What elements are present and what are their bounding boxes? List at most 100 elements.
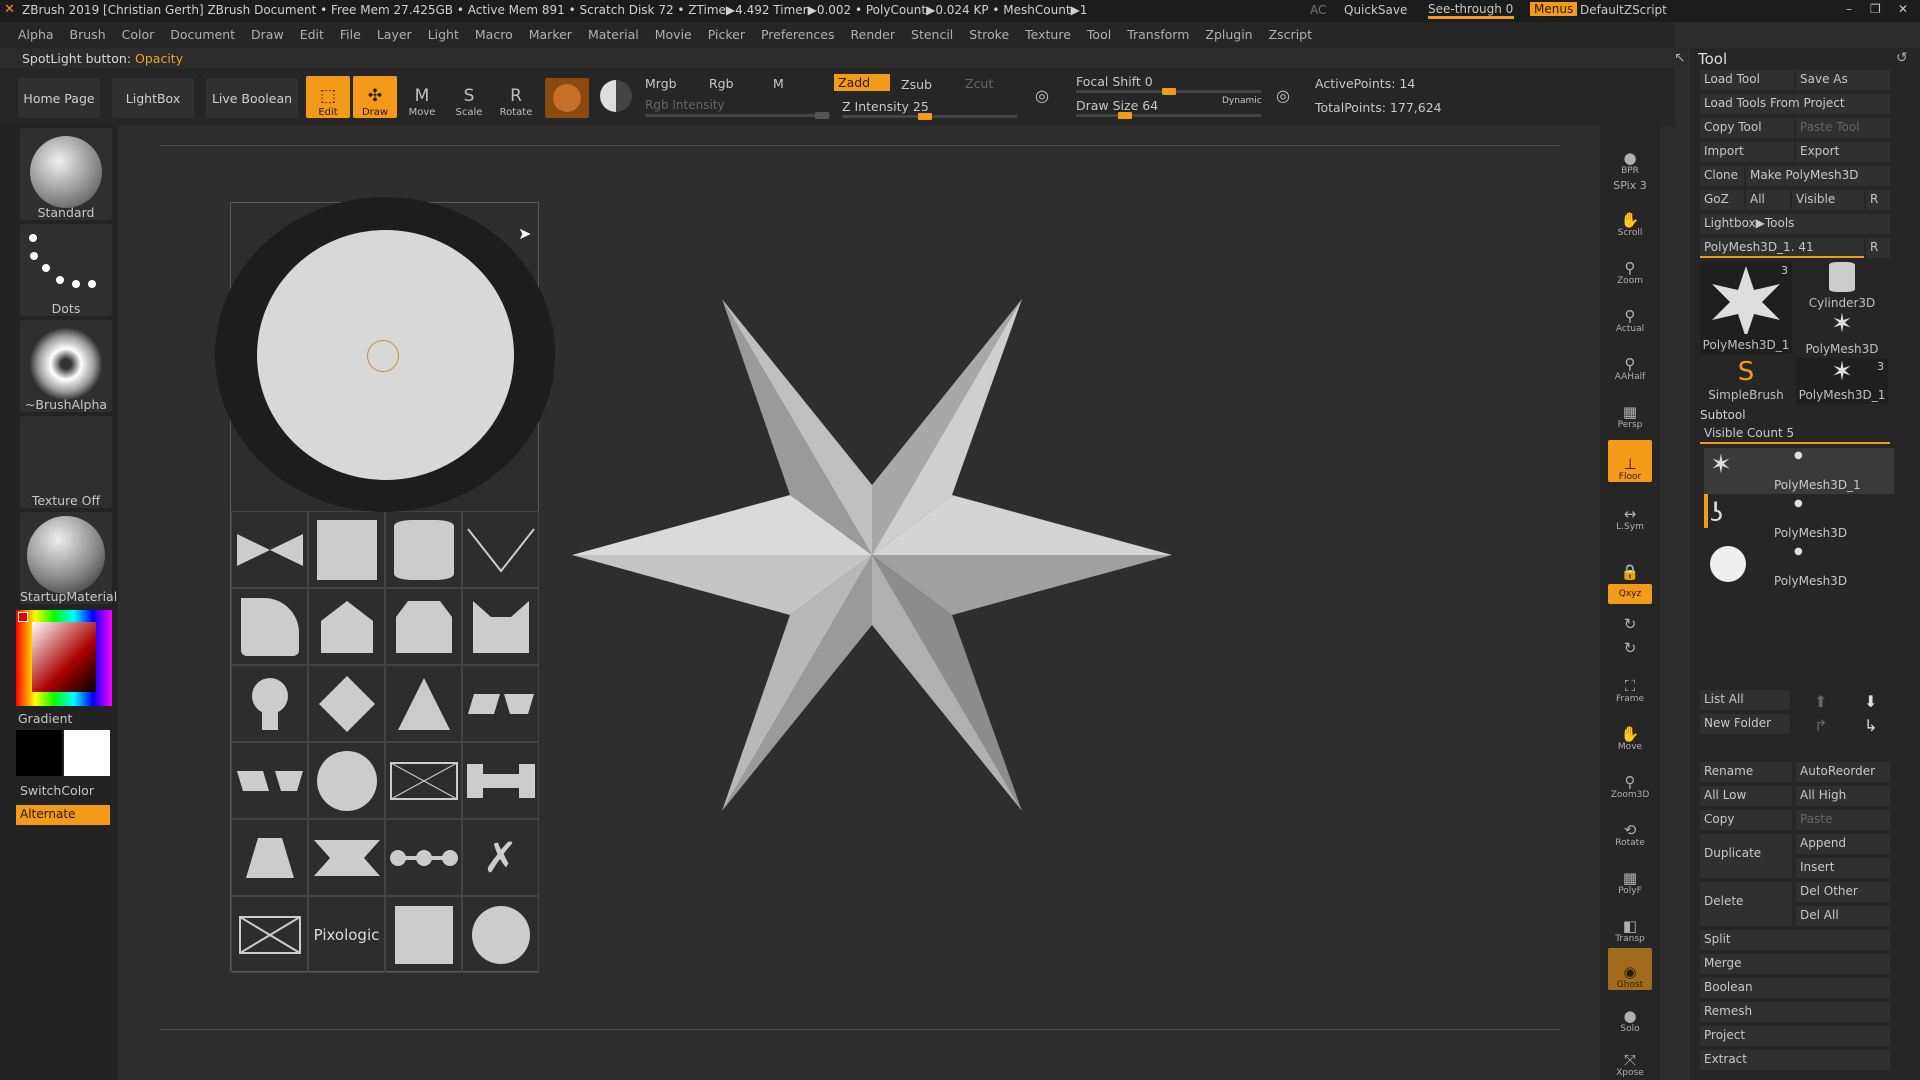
spotlight-tile-octagon[interactable] xyxy=(385,588,462,665)
menu-macro[interactable]: Macro xyxy=(467,22,521,42)
xpose-button[interactable]: ⤧ Xpose xyxy=(1608,1036,1652,1078)
scroll-button[interactable]: ✋ Scroll xyxy=(1608,196,1652,238)
spotlight-tile-zbrush-logo[interactable]: ✗ xyxy=(462,819,539,896)
spotlight-tile-square[interactable] xyxy=(385,896,462,973)
alternate-button[interactable]: Alternate xyxy=(16,805,110,825)
spotlight-tile-bars[interactable] xyxy=(308,511,385,588)
menu-brush[interactable]: Brush xyxy=(62,22,114,42)
copy-subtool-button[interactable]: Copy xyxy=(1700,810,1792,830)
menu-layer[interactable]: Layer xyxy=(369,22,420,42)
see-through-slider[interactable]: See-through 0 xyxy=(1428,2,1514,19)
material-swatch[interactable] xyxy=(545,78,589,118)
remesh-button[interactable]: Remesh xyxy=(1700,1002,1890,1022)
tool-thumb-polymesh3d-1b[interactable]: ✶ 3 PolyMesh3D_1 xyxy=(1796,358,1888,404)
spotlight-center-icon[interactable] xyxy=(367,340,399,372)
spotlight-tile-circle[interactable] xyxy=(462,896,539,973)
subtool-item-2[interactable]: ʖ PolyMesh3D ● xyxy=(1704,496,1894,542)
subtool-header[interactable]: Subtool xyxy=(1700,408,1746,422)
menu-texture[interactable]: Texture xyxy=(1017,22,1079,42)
menu-color[interactable]: Color xyxy=(114,22,163,42)
mrgb-button[interactable]: Mrgb xyxy=(645,76,677,91)
export-button[interactable]: Export xyxy=(1796,142,1890,162)
spotlight-tile-pixologic[interactable]: Pixologic xyxy=(308,896,385,973)
live-boolean-button[interactable]: Live Boolean xyxy=(206,78,298,118)
rotate-tool-button[interactable]: R Rotate xyxy=(494,76,538,118)
menu-zscript[interactable]: Zscript xyxy=(1261,22,1320,42)
all-button[interactable]: All xyxy=(1746,190,1790,210)
subtool-item-3[interactable]: PolyMesh3D ● xyxy=(1704,544,1894,590)
folder-down-icon[interactable]: ↳ xyxy=(1864,716,1877,735)
zoom-button[interactable]: ⚲ Zoom xyxy=(1608,244,1652,286)
merge-button[interactable]: Merge xyxy=(1700,954,1890,974)
secondary-color-swatch[interactable] xyxy=(64,730,110,776)
menu-marker[interactable]: Marker xyxy=(521,22,580,42)
m-button[interactable]: M xyxy=(773,76,784,91)
qxyz-button[interactable]: Qxyz xyxy=(1608,584,1652,604)
spotlight-tile-h[interactable] xyxy=(462,742,539,819)
lightbox-button[interactable]: LightBox xyxy=(112,78,194,118)
append-button[interactable]: Append xyxy=(1796,834,1890,854)
spotlight-tile-notch[interactable] xyxy=(462,588,539,665)
menu-zplugin[interactable]: Zplugin xyxy=(1197,22,1260,42)
rgb-intensity-slider[interactable]: Rgb Intensity xyxy=(645,98,725,112)
menu-preferences[interactable]: Preferences xyxy=(753,22,843,42)
close-icon[interactable]: ✕ xyxy=(1898,2,1908,16)
zsub-button[interactable]: Zsub xyxy=(901,77,932,92)
copy-tool-button[interactable]: Copy Tool xyxy=(1700,118,1794,138)
spotlight-tile-curve[interactable] xyxy=(385,511,462,588)
load-from-project-button[interactable]: Load Tools From Project xyxy=(1700,94,1890,114)
menu-draw[interactable]: Draw xyxy=(243,22,292,42)
rotate-view-button[interactable]: ⟲ Rotate xyxy=(1608,806,1652,848)
persp-button[interactable]: ▦ Persp xyxy=(1608,388,1652,430)
spotlight-tile-diamond[interactable] xyxy=(308,665,385,742)
spotlight-tile-trapezoids[interactable] xyxy=(462,665,539,742)
spotlight-tile-bowtie[interactable] xyxy=(231,511,308,588)
scale-tool-button[interactable]: S Scale xyxy=(447,76,491,118)
list-all-button[interactable]: List All xyxy=(1700,690,1790,710)
spotlight-tile-hourglass[interactable] xyxy=(308,819,385,896)
switch-color-button[interactable]: SwitchColor xyxy=(20,783,94,798)
quicksave-button[interactable]: QuickSave xyxy=(1344,3,1407,17)
draw-size-handle[interactable] xyxy=(1118,112,1132,119)
save-as-button[interactable]: Save As xyxy=(1796,70,1890,90)
menu-alpha[interactable]: Alpha xyxy=(10,22,62,42)
paste-tool-button[interactable]: Paste Tool xyxy=(1796,118,1890,138)
all-low-button[interactable]: All Low xyxy=(1700,786,1792,806)
ghost-button[interactable]: ◉ Ghost xyxy=(1608,948,1652,990)
tool-thumb-simplebrush[interactable]: S SimpleBrush xyxy=(1700,358,1792,404)
menu-edit[interactable]: Edit xyxy=(292,22,332,42)
move-tool-button[interactable]: M Move xyxy=(400,76,444,118)
move-up-icon[interactable]: ⬆ xyxy=(1814,692,1827,711)
color-mode-icon[interactable] xyxy=(600,80,632,112)
pin-icon[interactable]: ↖ xyxy=(1674,50,1686,66)
delete-button[interactable]: Delete xyxy=(1700,882,1792,926)
color-picker[interactable] xyxy=(16,610,112,706)
z-intensity-track[interactable] xyxy=(842,113,1017,120)
lightbox-s-icon[interactable]: ◎ xyxy=(1035,86,1049,105)
focal-shift-handle[interactable] xyxy=(1162,88,1176,95)
import-button[interactable]: Import xyxy=(1700,142,1794,162)
subtool-visibility-icon[interactable]: ● xyxy=(1794,450,1803,461)
split-button[interactable]: Split xyxy=(1700,930,1890,950)
menu-stencil[interactable]: Stencil xyxy=(903,22,961,42)
solo-button[interactable]: ● Solo xyxy=(1608,992,1652,1034)
spotlight-tile-vee[interactable] xyxy=(462,511,539,588)
del-all-button[interactable]: Del All xyxy=(1796,906,1890,926)
spix-slider[interactable]: SPix 3 xyxy=(1608,174,1652,192)
spotlight-tile-xbox[interactable] xyxy=(385,742,462,819)
subtool-visibility-icon[interactable]: ● xyxy=(1794,546,1803,557)
focal-shift-track[interactable] xyxy=(1076,88,1261,95)
project-button[interactable]: Project xyxy=(1700,1026,1890,1046)
autoreorder-button[interactable]: AutoReorder xyxy=(1796,762,1890,782)
menu-file[interactable]: File xyxy=(332,22,369,42)
menu-movie[interactable]: Movie xyxy=(647,22,700,42)
visible-button[interactable]: Visible xyxy=(1792,190,1864,210)
rotate-z-button[interactable]: ↻ xyxy=(1608,634,1652,656)
z-intensity-slider[interactable]: Z Intensity 25 xyxy=(842,99,929,114)
menu-material[interactable]: Material xyxy=(580,22,647,42)
duplicate-button[interactable]: Duplicate xyxy=(1700,834,1792,878)
menu-stroke[interactable]: Stroke xyxy=(961,22,1017,42)
rgb-intensity-track[interactable] xyxy=(645,112,830,119)
spotlight-tile-triangle[interactable] xyxy=(385,665,462,742)
focal-shift-slider[interactable]: Focal Shift 0 xyxy=(1076,74,1153,89)
